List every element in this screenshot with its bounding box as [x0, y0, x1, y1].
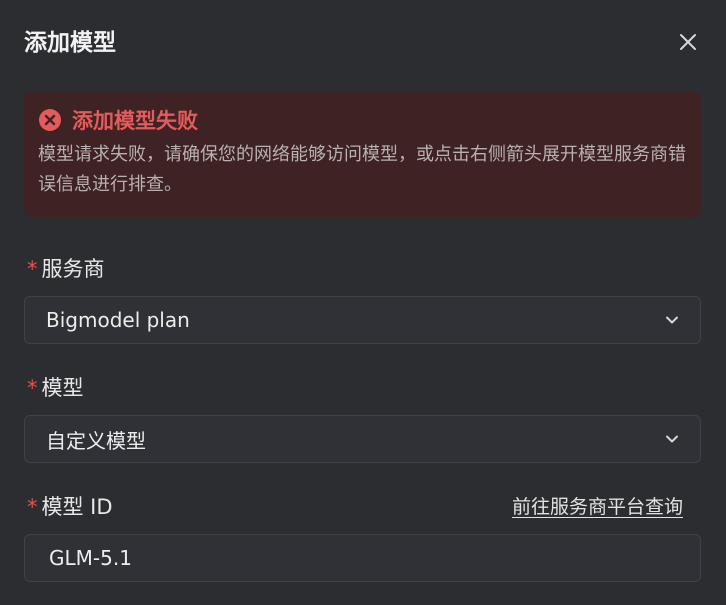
- chevron-down-icon: [666, 316, 678, 324]
- model-id-input[interactable]: [24, 534, 701, 582]
- model-id-label: * 模型 ID: [27, 492, 113, 522]
- provider-label: * 服务商: [27, 254, 105, 284]
- provider-select[interactable]: Bigmodel plan: [24, 296, 701, 344]
- error-circle-icon: [39, 109, 61, 131]
- model-select[interactable]: 自定义模型: [24, 415, 701, 463]
- alert-title: 添加模型失败: [72, 109, 198, 133]
- required-mark: *: [27, 376, 38, 400]
- alert-message: 模型请求失败，请确保您的网络能够访问模型，或点击右侧箭头展开模型服务商错误信息进…: [38, 144, 686, 195]
- close-icon: [680, 34, 696, 50]
- chevron-down-icon: [666, 435, 678, 443]
- provider-label-text: 服务商: [41, 257, 105, 281]
- provider-platform-link[interactable]: 前往服务商平台查询: [512, 492, 683, 522]
- required-mark: *: [27, 257, 38, 281]
- model-id-label-text: 模型 ID: [41, 495, 113, 519]
- dialog-title: 添加模型: [24, 30, 116, 56]
- close-button[interactable]: [674, 28, 702, 56]
- provider-selected-value: Bigmodel plan: [46, 308, 190, 332]
- add-model-dialog: 添加模型 添加模型失败 模型请求失败，请确保您的网络能够访问模型，或点击右侧箭头…: [0, 0, 726, 605]
- required-mark: *: [27, 495, 38, 519]
- error-alert: 添加模型失败 模型请求失败，请确保您的网络能够访问模型，或点击右侧箭头展开模型服…: [24, 92, 701, 217]
- model-label: * 模型: [27, 373, 84, 403]
- model-selected-value: 自定义模型: [46, 428, 146, 453]
- model-label-text: 模型: [41, 376, 84, 400]
